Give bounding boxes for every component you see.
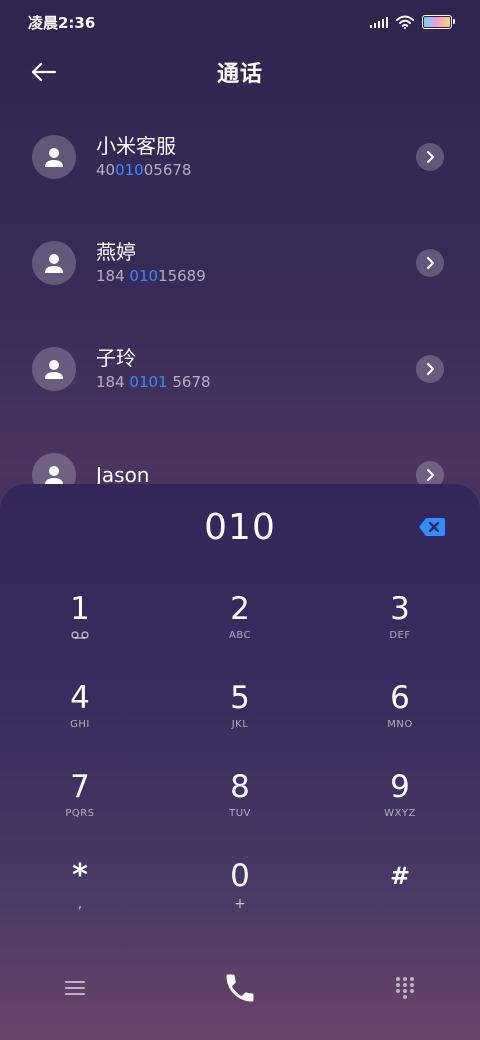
- person-icon: [45, 360, 63, 379]
- key-letters: +: [234, 896, 246, 912]
- status-time: 凌晨2:36: [28, 13, 96, 32]
- key-digit: 6: [390, 680, 410, 716]
- contact-item[interactable]: 小米客服 4001005678: [0, 104, 480, 210]
- bottom-action-bar: [0, 960, 480, 1016]
- key-letters: PQRS: [65, 808, 95, 819]
- key-8[interactable]: 8 TUV: [160, 766, 320, 855]
- key-4[interactable]: 4 GHI: [0, 677, 160, 766]
- contact-text: 燕婷 184 01015689: [96, 239, 206, 287]
- contact-detail-button[interactable]: [416, 143, 444, 171]
- contact-detail-button[interactable]: [416, 355, 444, 383]
- status-icons: [370, 15, 455, 29]
- battery-icon: [422, 15, 455, 29]
- back-button[interactable]: [22, 54, 66, 90]
- contact-list: 小米客服 4001005678 燕婷 184 01015689 子玲 184 0…: [0, 104, 480, 528]
- number-match: 010: [115, 161, 144, 179]
- number-match: 0101: [129, 373, 168, 391]
- page-title: 通话: [216, 62, 263, 87]
- key-digit: 8: [230, 769, 250, 805]
- key-digit: 1: [70, 591, 90, 627]
- contact-name: 子玲: [96, 346, 136, 370]
- keypad: 1 2 ABC 3 DEF 4 GHI 5 JKL 6 MNO 7 PQRS 8…: [0, 588, 480, 944]
- contact-detail-button[interactable]: [416, 249, 444, 277]
- status-bar: 凌晨2:36: [0, 0, 480, 44]
- signal-icon: [370, 16, 388, 28]
- backspace-icon: [419, 518, 445, 536]
- key-star[interactable]: * ,: [0, 855, 160, 944]
- key-6[interactable]: 6 MNO: [320, 677, 480, 766]
- contact-text: 小米客服 4001005678: [96, 133, 191, 181]
- key-digit: #: [389, 862, 411, 890]
- key-letters: MNO: [387, 719, 413, 730]
- number-suffix: 15689: [158, 267, 206, 285]
- key-digit: 0: [230, 858, 250, 894]
- key-hash[interactable]: #: [320, 855, 480, 944]
- key-letters: JKL: [231, 719, 249, 730]
- wifi-icon: [396, 15, 414, 29]
- chevron-right-icon: [427, 257, 434, 269]
- key-digit: 4: [70, 680, 90, 716]
- contact-name: 小米客服: [96, 134, 176, 158]
- number-prefix: 184: [96, 373, 130, 391]
- key-5[interactable]: 5 JKL: [160, 677, 320, 766]
- dial-input[interactable]: 010: [0, 504, 480, 552]
- backspace-button[interactable]: [418, 516, 446, 538]
- key-letters: TUV: [229, 808, 251, 819]
- key-0[interactable]: 0 +: [160, 855, 320, 944]
- person-icon: [45, 254, 63, 273]
- person-icon: [45, 148, 63, 167]
- contact-text: 子玲 184 0101 5678: [96, 345, 211, 393]
- key-digit: 5: [230, 680, 250, 716]
- key-letters: DEF: [389, 630, 411, 641]
- arrow-left-icon: [31, 62, 57, 82]
- key-digit: 7: [70, 769, 90, 805]
- voicemail-icon: [71, 630, 89, 644]
- key-letters: GHI: [70, 719, 90, 730]
- phone-icon: [226, 974, 254, 1002]
- contact-name: 燕婷: [96, 240, 136, 264]
- contact-number: 184 0101 5678: [96, 371, 211, 393]
- contact-item[interactable]: 燕婷 184 01015689: [0, 210, 480, 316]
- key-letters: ,: [77, 896, 83, 912]
- dialpad-panel: 010 1 2 ABC 3 DEF 4 GHI 5 JKL 6 MNO 7 PQ…: [0, 484, 480, 1040]
- chevron-right-icon: [427, 363, 434, 375]
- number-prefix: 184: [96, 267, 130, 285]
- avatar: [32, 347, 76, 391]
- person-icon: [45, 466, 63, 485]
- key-letters: ABC: [228, 630, 251, 641]
- header: 通话: [0, 44, 480, 100]
- key-7[interactable]: 7 PQRS: [0, 766, 160, 855]
- chevron-right-icon: [427, 469, 434, 481]
- key-digit: 3: [390, 591, 410, 627]
- menu-icon: [65, 981, 85, 995]
- key-9[interactable]: 9 WXYZ: [320, 766, 480, 855]
- contact-number: 4001005678: [96, 159, 191, 181]
- key-1[interactable]: 1: [0, 588, 160, 677]
- key-digit: 2: [230, 591, 250, 627]
- number-match: 010: [129, 267, 159, 285]
- key-digit: *: [72, 858, 88, 893]
- key-letters: WXYZ: [384, 808, 416, 819]
- key-digit: 9: [390, 769, 410, 805]
- contact-number: 184 01015689: [96, 265, 206, 287]
- number-suffix: 5678: [167, 373, 211, 391]
- contact-item[interactable]: 子玲 184 0101 5678: [0, 316, 480, 422]
- key-2[interactable]: 2 ABC: [160, 588, 320, 677]
- avatar: [32, 241, 76, 285]
- battery-level: [424, 17, 450, 27]
- menu-button[interactable]: [60, 973, 90, 1003]
- keypad-grid-icon: [396, 977, 414, 999]
- call-button[interactable]: [216, 964, 264, 1012]
- key-3[interactable]: 3 DEF: [320, 588, 480, 677]
- keypad-toggle-button[interactable]: [390, 973, 420, 1003]
- avatar: [32, 135, 76, 179]
- chevron-right-icon: [427, 151, 434, 163]
- number-suffix: 05678: [143, 161, 192, 179]
- number-prefix: 40: [96, 161, 116, 179]
